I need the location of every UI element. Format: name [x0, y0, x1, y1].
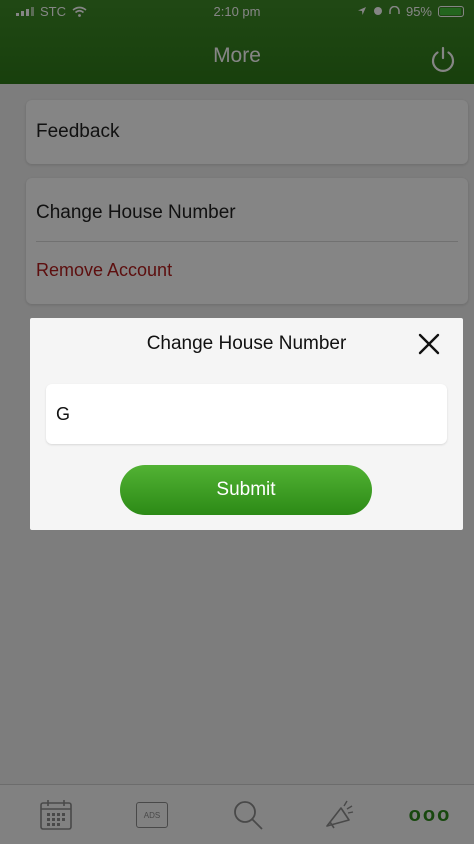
- dialog-title: Change House Number: [146, 333, 347, 354]
- house-number-input[interactable]: [46, 384, 447, 444]
- submit-button[interactable]: Submit: [120, 465, 372, 515]
- change-house-number-dialog: Change House Number Submit: [30, 318, 463, 530]
- app: STC 2:10 pm 95% More Feedback Change Hou…: [0, 0, 474, 844]
- close-icon: [418, 333, 440, 355]
- close-button[interactable]: [415, 330, 443, 358]
